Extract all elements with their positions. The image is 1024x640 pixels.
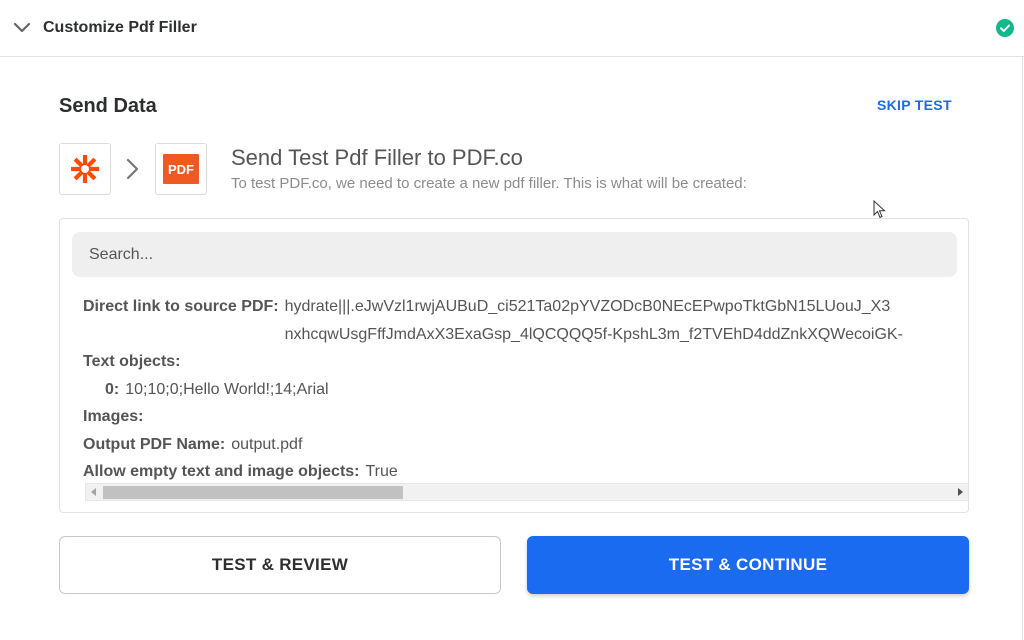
send-title: Send Test Pdf Filler to PDF.co [231,145,523,170]
scrollbar-thumb[interactable] [103,486,403,499]
pdf-logo: PDF [163,154,199,184]
zapier-app-icon [59,143,111,195]
field-value: 10;10;0;Hello World!;14;Arial [125,380,329,398]
mouse-cursor-icon [873,200,886,219]
skip-test-link[interactable]: SKIP TEST [877,97,952,113]
field-row-output-name: Output PDF Name: output.pdf [83,431,963,459]
zapier-logo-icon [71,155,99,183]
field-value: nxhcqwUsgFffJmdAxX3ExaGsp_4lQCQQQ5f-Kpsh… [284,325,903,343]
panel-border [1022,57,1023,640]
chevron-down-icon[interactable] [12,18,32,38]
field-value: output.pdf [231,435,303,453]
test-continue-button[interactable]: TEST & CONTINUE [527,536,969,594]
chevron-right-icon [126,158,139,180]
field-row-text-objects: Text objects: [83,348,963,376]
field-label: Allow empty text and image objects: [83,463,360,480]
field-index-label: 0: [105,380,120,398]
horizontal-scrollbar[interactable] [85,483,968,501]
check-circle-icon [996,19,1014,37]
field-row-source-pdf: Direct link to source PDF: hydrate|||.eJ… [83,293,963,348]
scroll-right-arrow-icon[interactable] [958,488,963,496]
section-title: Send Data [59,95,157,117]
field-value: hydrate|||.eJwVzl1rwjAUBuD_ci521Ta02pYVZ… [284,298,891,315]
field-row-text-object-0: 0: 10;10;0;Hello World!;14;Arial [83,376,963,404]
test-review-button[interactable]: TEST & REVIEW [59,536,501,594]
field-value: True [365,463,398,480]
data-panel: Direct link to source PDF: hydrate|||.eJ… [59,218,969,513]
scroll-left-arrow-icon[interactable] [91,488,96,496]
send-subtitle: To test PDF.co, we need to create a new … [231,175,747,192]
field-label: Direct link to source PDF: [83,298,279,315]
field-row-allow-empty: Allow empty text and image objects: True [83,458,963,486]
pdfco-app-icon: PDF [155,143,207,195]
step-title: Customize Pdf Filler [43,19,197,36]
field-label: Images: [83,408,144,425]
field-label: Output PDF Name: [83,435,226,453]
field-list: Direct link to source PDF: hydrate|||.eJ… [83,293,963,486]
field-label: Text objects: [83,353,181,370]
field-row-images: Images: [83,403,963,431]
field-value-group: hydrate|||.eJwVzl1rwjAUBuD_ci521Ta02pYVZ… [285,293,903,348]
search-input[interactable] [72,232,957,277]
step-header[interactable]: Customize Pdf Filler [0,0,1024,57]
